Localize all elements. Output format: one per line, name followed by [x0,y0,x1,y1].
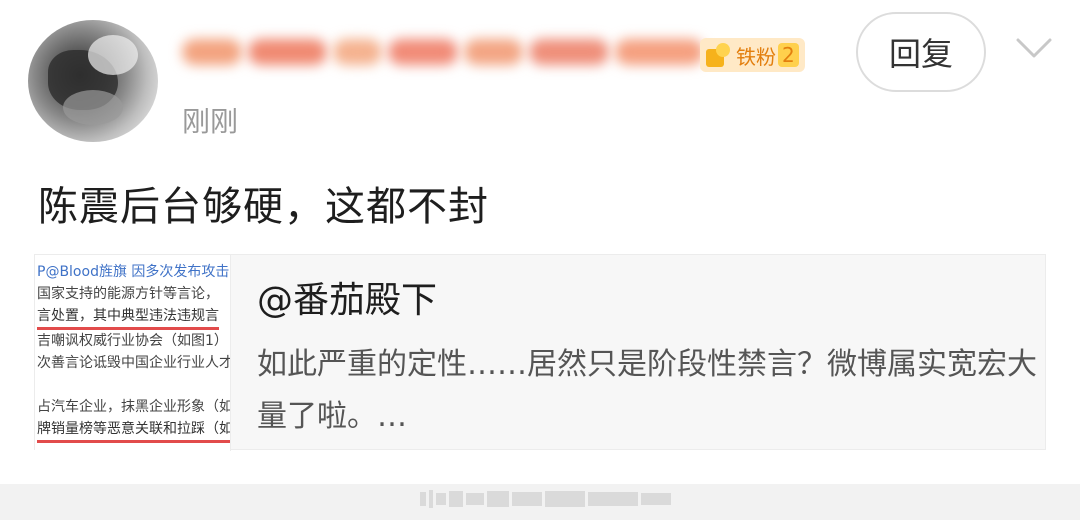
user-avatar[interactable] [28,20,158,142]
avatar-shape [63,90,123,125]
thumb-text-line: 言处置，其中典型违法违规言 [37,305,219,330]
chevron-down-icon[interactable] [1012,28,1056,68]
thumb-text-line [37,374,230,396]
blur-segment [463,39,524,65]
quoted-post-body: 如此严重的定性……居然只是阶段性禁言？微博属实宽宏大量了啦。… [257,347,1037,434]
quoted-post-card[interactable]: P@Blood旌旗 因多次发布攻击 国家支持的能源方针等言论， 言处置，其中典型… [34,254,1046,451]
reply-button[interactable]: 回复 [856,12,986,92]
quoted-post-thumbnail[interactable]: P@Blood旌旗 因多次发布攻击 国家支持的能源方针等言论， 言处置，其中典型… [35,255,231,451]
blur-segment [182,39,242,65]
thumb-text-line: 占汽车企业，抹黑企业形象（如 [37,399,231,415]
thumb-text-line: 次善言论诋毁中国企业行业人才 [37,355,231,371]
blur-segment [614,39,704,65]
username-blurred[interactable] [182,28,710,76]
post-timestamp: 刚刚 [182,105,239,138]
blur-segment [332,39,383,65]
fan-badge[interactable]: 铁粉 2 [700,38,805,72]
badge-label: 铁粉 [736,44,776,69]
fan-badge-icon [704,43,732,67]
avatar-shape [88,35,138,75]
blur-segment [247,39,327,65]
thumb-text-line: 国家支持的能源方针等言论， [37,286,219,302]
watermark-blur [420,490,674,508]
thumb-text-line: 牌销量榜等恶意关联和拉踩（如 [37,418,230,443]
thumb-text-line: 吉嘲讽权威行业协会（如图1） [37,333,228,349]
badge-level: 2 [778,43,799,67]
blur-segment [529,39,609,65]
blur-segment [388,39,458,65]
thumb-text-line: P@Blood旌旗 因多次发布攻击 [37,264,230,280]
quoted-author-link[interactable]: @番茄殿下 [257,271,437,323]
comment-text: 陈震后台够硬，这都不封 [38,184,489,230]
